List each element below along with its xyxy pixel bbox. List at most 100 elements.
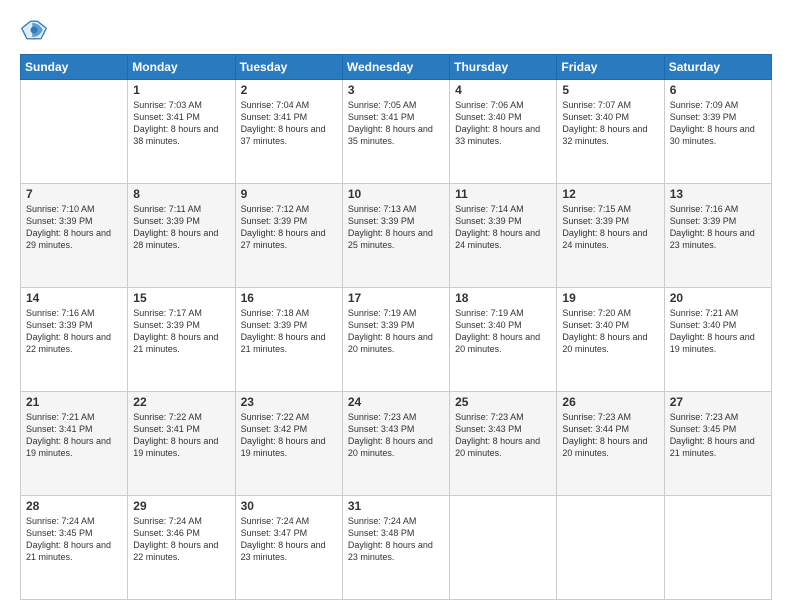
day-number: 8 xyxy=(133,187,229,201)
calendar-cell: 28Sunrise: 7:24 AMSunset: 3:45 PMDayligh… xyxy=(21,496,128,600)
cell-info: Sunrise: 7:17 AMSunset: 3:39 PMDaylight:… xyxy=(133,307,229,356)
calendar-cell: 21 Sunrise: 7:21 AMSunset: 3:41 PMDayligh… xyxy=(21,392,128,496)
day-number: 12 xyxy=(562,187,658,201)
calendar-week-5: 28Sunrise: 7:24 AMSunset: 3:45 PMDayligh… xyxy=(21,496,772,600)
day-number: 6 xyxy=(670,83,766,97)
calendar-cell: 15 Sunrise: 7:17 AMSunset: 3:39 PMDayligh… xyxy=(128,288,235,392)
calendar-cell xyxy=(21,80,128,184)
cell-info: Sunrise: 7:19 AMSunset: 3:39 PMDaylight:… xyxy=(348,307,444,356)
cell-info: Sunrise: 7:14 AMSunset: 3:39 PMDaylight:… xyxy=(455,203,551,252)
day-number: 27 xyxy=(670,395,766,409)
day-number: 29 xyxy=(133,499,229,513)
calendar-cell: 8 Sunrise: 7:11 AMSunset: 3:39 PMDaylight… xyxy=(128,184,235,288)
weekday-header-saturday: Saturday xyxy=(664,55,771,80)
calendar-cell: 29 Sunrise: 7:24 AMSunset: 3:46 PMDayligh… xyxy=(128,496,235,600)
cell-info: Sunrise: 7:20 AMSunset: 3:40 PMDaylight:… xyxy=(562,307,658,356)
cell-info: Sunrise: 7:23 AMSunset: 3:45 PMDaylight:… xyxy=(670,411,766,460)
page: SundayMondayTuesdayWednesdayThursdayFrid… xyxy=(0,0,792,612)
calendar-cell xyxy=(664,496,771,600)
day-number: 14 xyxy=(26,291,122,305)
cell-info: Sunrise: 7:06 AMSunset: 3:40 PMDaylight:… xyxy=(455,99,551,148)
day-number: 22 xyxy=(133,395,229,409)
calendar-cell: 30 Sunrise: 7:24 AMSunset: 3:47 PMDayligh… xyxy=(235,496,342,600)
day-number: 25 xyxy=(455,395,551,409)
calendar-cell: 5 Sunrise: 7:07 AMSunset: 3:40 PMDaylight… xyxy=(557,80,664,184)
cell-info: Sunrise: 7:04 AMSunset: 3:41 PMDaylight:… xyxy=(241,99,337,148)
day-number: 15 xyxy=(133,291,229,305)
weekday-header-tuesday: Tuesday xyxy=(235,55,342,80)
calendar-cell: 10 Sunrise: 7:13 AMSunset: 3:39 PMDayligh… xyxy=(342,184,449,288)
weekday-header-monday: Monday xyxy=(128,55,235,80)
calendar-cell: 2 Sunrise: 7:04 AMSunset: 3:41 PMDaylight… xyxy=(235,80,342,184)
cell-info: Sunrise: 7:24 AMSunset: 3:48 PMDaylight:… xyxy=(348,515,444,564)
calendar-cell: 18Sunrise: 7:19 AMSunset: 3:40 PMDayligh… xyxy=(450,288,557,392)
weekday-header-row: SundayMondayTuesdayWednesdayThursdayFrid… xyxy=(21,55,772,80)
day-number: 7 xyxy=(26,187,122,201)
day-number: 31 xyxy=(348,499,444,513)
cell-info: Sunrise: 7:21 AMSunset: 3:41 PMDaylight:… xyxy=(26,411,122,460)
calendar-cell: 4Sunrise: 7:06 AMSunset: 3:40 PMDaylight… xyxy=(450,80,557,184)
cell-info: Sunrise: 7:11 AMSunset: 3:39 PMDaylight:… xyxy=(133,203,229,252)
day-number: 30 xyxy=(241,499,337,513)
cell-info: Sunrise: 7:24 AMSunset: 3:47 PMDaylight:… xyxy=(241,515,337,564)
cell-info: Sunrise: 7:12 AMSunset: 3:39 PMDaylight:… xyxy=(241,203,337,252)
weekday-header-wednesday: Wednesday xyxy=(342,55,449,80)
calendar-cell: 12 Sunrise: 7:15 AMSunset: 3:39 PMDayligh… xyxy=(557,184,664,288)
calendar-cell: 22 Sunrise: 7:22 AMSunset: 3:41 PMDayligh… xyxy=(128,392,235,496)
calendar-cell: 19 Sunrise: 7:20 AMSunset: 3:40 PMDayligh… xyxy=(557,288,664,392)
calendar-cell: 14Sunrise: 7:16 AMSunset: 3:39 PMDayligh… xyxy=(21,288,128,392)
calendar-cell: 11 Sunrise: 7:14 AMSunset: 3:39 PMDayligh… xyxy=(450,184,557,288)
cell-info: Sunrise: 7:21 AMSunset: 3:40 PMDaylight:… xyxy=(670,307,766,356)
calendar-week-3: 14Sunrise: 7:16 AMSunset: 3:39 PMDayligh… xyxy=(21,288,772,392)
day-number: 1 xyxy=(133,83,229,97)
calendar-week-4: 21 Sunrise: 7:21 AMSunset: 3:41 PMDayligh… xyxy=(21,392,772,496)
cell-info: Sunrise: 7:19 AMSunset: 3:40 PMDaylight:… xyxy=(455,307,551,356)
day-number: 17 xyxy=(348,291,444,305)
cell-info: Sunrise: 7:09 AMSunset: 3:39 PMDaylight:… xyxy=(670,99,766,148)
calendar-cell: 20 Sunrise: 7:21 AMSunset: 3:40 PMDayligh… xyxy=(664,288,771,392)
day-number: 21 xyxy=(26,395,122,409)
calendar-cell: 16 Sunrise: 7:18 AMSunset: 3:39 PMDayligh… xyxy=(235,288,342,392)
calendar-cell: 31 Sunrise: 7:24 AMSunset: 3:48 PMDayligh… xyxy=(342,496,449,600)
day-number: 5 xyxy=(562,83,658,97)
cell-info: Sunrise: 7:15 AMSunset: 3:39 PMDaylight:… xyxy=(562,203,658,252)
cell-info: Sunrise: 7:18 AMSunset: 3:39 PMDaylight:… xyxy=(241,307,337,356)
calendar-cell: 24Sunrise: 7:23 AMSunset: 3:43 PMDayligh… xyxy=(342,392,449,496)
calendar-cell: 27 Sunrise: 7:23 AMSunset: 3:45 PMDayligh… xyxy=(664,392,771,496)
cell-info: Sunrise: 7:07 AMSunset: 3:40 PMDaylight:… xyxy=(562,99,658,148)
logo xyxy=(20,16,52,44)
day-number: 20 xyxy=(670,291,766,305)
cell-info: Sunrise: 7:05 AMSunset: 3:41 PMDaylight:… xyxy=(348,99,444,148)
calendar-table: SundayMondayTuesdayWednesdayThursdayFrid… xyxy=(20,54,772,600)
day-number: 19 xyxy=(562,291,658,305)
cell-info: Sunrise: 7:24 AMSunset: 3:45 PMDaylight:… xyxy=(26,515,122,564)
cell-info: Sunrise: 7:03 AMSunset: 3:41 PMDaylight:… xyxy=(133,99,229,148)
cell-info: Sunrise: 7:16 AMSunset: 3:39 PMDaylight:… xyxy=(670,203,766,252)
calendar-cell: 1 Sunrise: 7:03 AMSunset: 3:41 PMDaylight… xyxy=(128,80,235,184)
day-number: 11 xyxy=(455,187,551,201)
logo-icon xyxy=(20,16,48,44)
day-number: 16 xyxy=(241,291,337,305)
cell-info: Sunrise: 7:23 AMSunset: 3:43 PMDaylight:… xyxy=(455,411,551,460)
calendar-cell xyxy=(450,496,557,600)
day-number: 2 xyxy=(241,83,337,97)
cell-info: Sunrise: 7:13 AMSunset: 3:39 PMDaylight:… xyxy=(348,203,444,252)
day-number: 23 xyxy=(241,395,337,409)
weekday-header-thursday: Thursday xyxy=(450,55,557,80)
day-number: 13 xyxy=(670,187,766,201)
day-number: 10 xyxy=(348,187,444,201)
calendar-cell: 26Sunrise: 7:23 AMSunset: 3:44 PMDayligh… xyxy=(557,392,664,496)
day-number: 3 xyxy=(348,83,444,97)
cell-info: Sunrise: 7:22 AMSunset: 3:41 PMDaylight:… xyxy=(133,411,229,460)
weekday-header-friday: Friday xyxy=(557,55,664,80)
calendar-cell: 23Sunrise: 7:22 AMSunset: 3:42 PMDayligh… xyxy=(235,392,342,496)
calendar-week-1: 1 Sunrise: 7:03 AMSunset: 3:41 PMDaylight… xyxy=(21,80,772,184)
header xyxy=(20,16,772,44)
cell-info: Sunrise: 7:24 AMSunset: 3:46 PMDaylight:… xyxy=(133,515,229,564)
calendar-week-2: 7 Sunrise: 7:10 AMSunset: 3:39 PMDaylight… xyxy=(21,184,772,288)
cell-info: Sunrise: 7:10 AMSunset: 3:39 PMDaylight:… xyxy=(26,203,122,252)
day-number: 24 xyxy=(348,395,444,409)
calendar-cell: 3 Sunrise: 7:05 AMSunset: 3:41 PMDaylight… xyxy=(342,80,449,184)
day-number: 26 xyxy=(562,395,658,409)
calendar-cell: 25 Sunrise: 7:23 AMSunset: 3:43 PMDayligh… xyxy=(450,392,557,496)
